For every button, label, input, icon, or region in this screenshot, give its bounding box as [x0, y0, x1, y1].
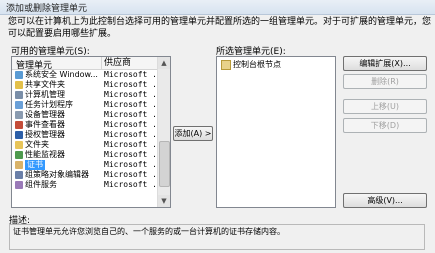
snapin-icon — [15, 161, 23, 169]
column-header-vendor[interactable]: 供应商 — [101, 57, 131, 69]
snapin-icon — [15, 141, 23, 149]
snapin-icon — [15, 101, 23, 109]
snapin-name: 任务计划程序 — [25, 100, 73, 109]
snapin-icon — [15, 131, 23, 139]
available-snapins-list[interactable]: 管理单元 供应商 系统安全 Window... Microsoft ... 共享文件… — [11, 56, 171, 208]
snapin-name: 设备管理器 — [25, 110, 65, 119]
scroll-down-icon[interactable]: ▼ — [158, 195, 170, 207]
list-item[interactable]: 性能监视器 Microsoft ... — [12, 150, 167, 160]
snapin-icon — [15, 91, 23, 99]
list-item[interactable]: 设备管理器 Microsoft ... — [12, 110, 167, 120]
snapin-icon — [15, 81, 23, 89]
snapin-icon — [15, 71, 23, 79]
snapin-name: 证书 — [25, 160, 45, 170]
list-item[interactable]: 事件查看器 Microsoft ... — [12, 120, 167, 130]
snapin-name: 计算机管理 — [25, 90, 65, 99]
snapin-name: 事件查看器 — [25, 120, 65, 129]
list-item[interactable]: 任务计划程序 Microsoft ... — [12, 100, 167, 110]
selected-item-label: 控制台根节点 — [233, 60, 281, 69]
snapin-name: 组策略对象编辑器 — [25, 170, 89, 179]
snapin-name: 文件夹 — [25, 140, 49, 149]
snapin-name: 性能监视器 — [25, 150, 65, 159]
list-item[interactable]: 组件服务 Microsoft ... — [12, 180, 167, 190]
snapin-name: 组件服务 — [25, 180, 57, 189]
snapin-name: 共享文件夹 — [25, 80, 65, 89]
window-title: 添加或删除管理单元 — [6, 4, 88, 14]
list-item[interactable]: 组策略对象编辑器 Microsoft ... — [12, 170, 167, 180]
list-item[interactable]: 授权管理器 Microsoft ... — [12, 130, 167, 140]
list-header: 管理单元 供应商 — [12, 57, 157, 71]
snapin-rows: 系统安全 Window... Microsoft ... 共享文件夹 Microsof… — [12, 70, 167, 190]
move-down-button[interactable]: 下移(D) — [343, 118, 427, 133]
list-item[interactable]: 文件夹 Microsoft ... — [12, 140, 167, 150]
intro-text: 您可以在计算机上为此控制台选择可用的管理单元并配置所选的一组管理单元。对于可扩展… — [8, 17, 432, 39]
snapin-icon — [15, 171, 23, 179]
snapin-icon — [15, 111, 23, 119]
list-item[interactable]: 共享文件夹 Microsoft ... — [12, 80, 167, 90]
move-up-button[interactable]: 上移(U) — [343, 99, 427, 114]
list-item[interactable]: 计算机管理 Microsoft ... — [12, 90, 167, 100]
list-item[interactable]: 证书 Microsoft ... — [12, 160, 167, 170]
snapin-name: 系统安全 Window... — [25, 70, 98, 79]
list-item[interactable]: 系统安全 Window... Microsoft ... — [12, 70, 167, 80]
snapin-icon — [15, 151, 23, 159]
snapin-name: 授权管理器 — [25, 130, 65, 139]
folder-icon — [221, 59, 231, 70]
scrollbar-thumb[interactable] — [159, 141, 170, 187]
snapin-icon — [15, 181, 23, 189]
list-item[interactable]: 控制台根节点 — [221, 59, 281, 70]
vertical-scrollbar[interactable]: ▲ ▼ — [157, 57, 170, 207]
title-bar: 添加或删除管理单元 — [0, 0, 435, 15]
edit-extensions-button[interactable]: 编辑扩展(X)... — [343, 56, 427, 71]
add-button[interactable]: 添加(A) > — [173, 126, 213, 141]
selected-snapins-list[interactable]: 控制台根节点 — [216, 56, 336, 208]
description-text: 证书管理单元允许您浏览自己的、一个服务的或一台计算机的证书存储内容。 — [9, 224, 425, 250]
advanced-button[interactable]: 高级(V)... — [343, 193, 427, 208]
remove-button[interactable]: 删除(R) — [343, 74, 427, 89]
snapin-icon — [15, 121, 23, 129]
scroll-up-icon[interactable]: ▲ — [158, 57, 170, 69]
